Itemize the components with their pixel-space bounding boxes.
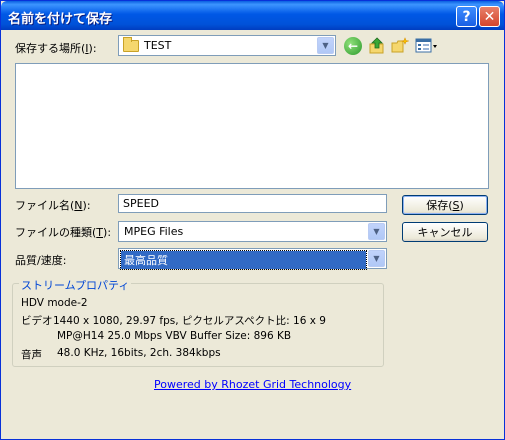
new-folder-icon[interactable] [391,37,410,55]
close-button[interactable]: ✕ [479,6,500,27]
chevron-down-icon[interactable]: ▼ [317,37,334,54]
save-in-value: TEST [144,39,172,52]
dialog-title: 名前を付けて保存 [8,12,113,27]
save-in-label: 保存する場所(I): [15,42,97,55]
video-label: ビデオ [21,315,53,327]
quality-value: 最高品質 [120,250,367,270]
view-menu-icon[interactable] [415,37,439,55]
quality-label: 品質/速度: [15,254,67,267]
codec-info: MP@H14 25.0 Mbps VBV Buffer Size: 896 KB [57,330,292,342]
filename-label: ファイル名(N): [15,199,91,212]
stream-format: HDV mode-2 [21,297,88,309]
video-value: 1440 x 1080, 29.97 fps, ピクセルアスペクト比: 16 x… [53,315,326,327]
stream-properties-title: ストリームプロパティ [19,277,132,293]
save-button-label: 保存(S) [426,199,464,212]
chevron-down-icon[interactable]: ▼ [368,250,385,267]
cancel-button-label: キャンセル [417,226,473,239]
filename-input[interactable]: SPEED [118,194,387,213]
folder-icon [123,37,139,52]
filename-value: SPEED [123,197,159,210]
up-folder-icon[interactable] [368,37,386,55]
help-icon: ? [462,8,471,25]
save-as-dialog: 名前を付けて保存 ? ✕ 保存する場所(I): TEST ▼ ← ファイル名(N… [0,0,505,440]
close-icon: ✕ [483,8,496,25]
save-in-dropdown[interactable]: TEST ▼ [118,35,336,56]
cancel-button[interactable]: キャンセル [402,222,488,242]
save-button[interactable]: 保存(S) [402,195,488,215]
help-button[interactable]: ? [456,6,477,27]
audio-value: 48.0 KHz, 16bits, 2ch. 384kbps [57,347,221,359]
audio-label: 音声 [21,349,42,361]
chevron-down-icon[interactable]: ▼ [368,223,385,240]
filetype-label: ファイルの種類(T): [15,226,112,239]
file-list[interactable] [15,63,489,189]
filetype-value: MPEG Files [124,225,184,238]
filetype-dropdown[interactable]: MPEG Files ▼ [118,221,387,242]
quality-dropdown[interactable]: 最高品質 ▼ [118,248,387,270]
title-bar[interactable]: 名前を付けて保存 ? ✕ [1,1,504,30]
back-icon[interactable]: ← [344,37,362,55]
rhozet-link[interactable]: Powered by Rhozet Grid Technology [154,378,351,391]
